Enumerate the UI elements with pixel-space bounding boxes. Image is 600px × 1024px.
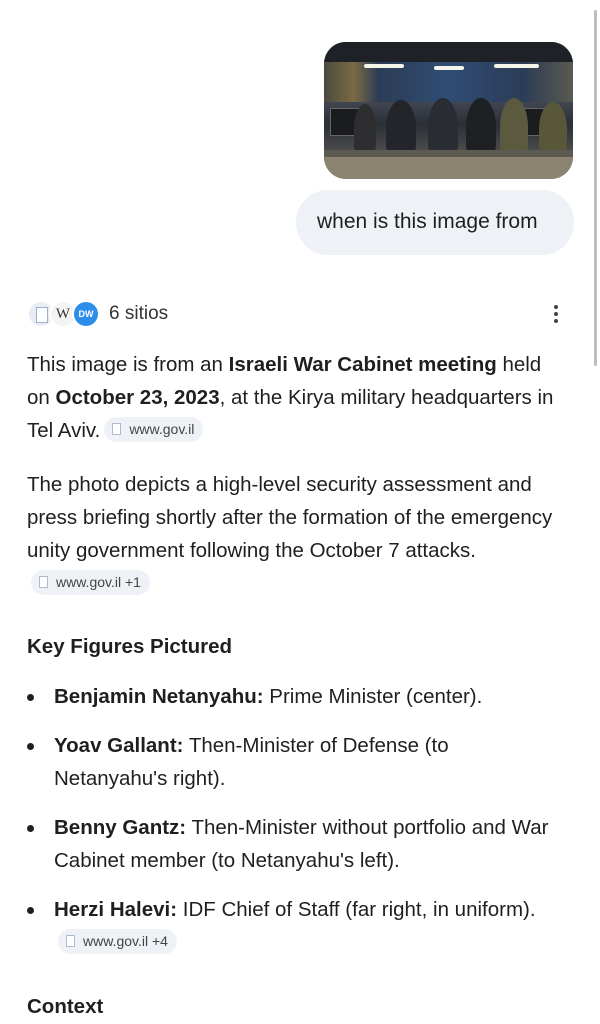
bullet-dot [27, 907, 34, 914]
source-chip[interactable]: www.gov.il +4 [58, 929, 177, 955]
bullet-dot [27, 743, 34, 750]
document-icon [39, 576, 48, 589]
sources-label: 6 sitios [109, 303, 169, 324]
more-options-icon[interactable] [550, 303, 562, 327]
user-query-bubble: when is this image from [296, 190, 574, 255]
list-item: Yoav Gallant: Then-Minister of Defense (… [27, 729, 567, 795]
photo-light [364, 64, 404, 68]
user-query-text: when is this image from [317, 210, 538, 233]
list-item: Herzi Halevi: IDF Chief of Staff (far ri… [27, 893, 567, 959]
photo-light [434, 66, 464, 70]
context-heading: Context [27, 995, 104, 1018]
list-item: Benjamin Netanyahu: Prime Minister (cent… [27, 680, 567, 713]
bullet-dot [27, 825, 34, 832]
bullet-dot [27, 694, 34, 701]
photo-person [539, 102, 567, 156]
key-figures-heading: Key Figures Pictured [27, 635, 233, 658]
scrollbar[interactable] [594, 10, 597, 366]
answer-paragraph-1: This image is from an Israeli War Cabine… [27, 353, 554, 443]
document-icon [66, 935, 75, 948]
photo-person [354, 104, 376, 154]
source-chip[interactable]: www.gov.il +1 [31, 570, 150, 596]
list-item: Benny Gantz: Then-Minister without portf… [27, 811, 567, 877]
photo-ceiling [324, 42, 573, 62]
photo-person [386, 100, 416, 156]
photo-light [494, 64, 539, 68]
dw-icon: DW [72, 300, 100, 328]
uploaded-photo[interactable] [324, 42, 573, 179]
photo-person [500, 98, 528, 156]
answer-paragraph-2: The photo depicts a high-level security … [27, 468, 567, 600]
photo-person [428, 98, 458, 156]
photo-person [466, 98, 496, 156]
photo-desk [324, 157, 573, 179]
document-icon [112, 423, 122, 436]
source-chip[interactable]: www.gov.il [104, 417, 204, 443]
